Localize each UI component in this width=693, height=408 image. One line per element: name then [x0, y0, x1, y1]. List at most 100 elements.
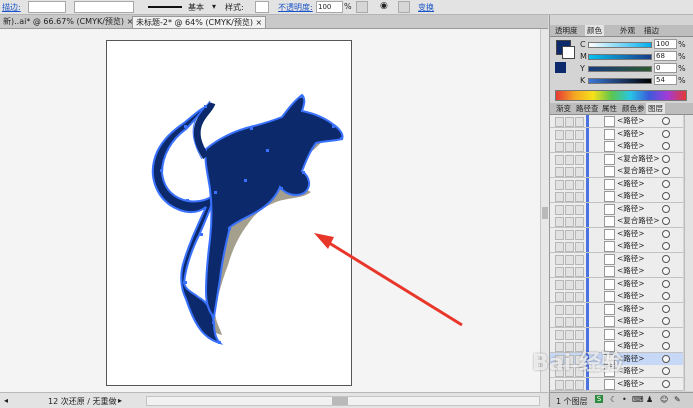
target-icon[interactable] — [662, 354, 670, 363]
target-icon[interactable] — [662, 167, 670, 175]
lock-toggle[interactable] — [565, 117, 574, 127]
visibility-toggle[interactable] — [555, 292, 564, 302]
template-toggle[interactable] — [575, 117, 584, 127]
template-toggle[interactable] — [575, 267, 584, 277]
stroke-label[interactable]: 描边: — [2, 2, 21, 13]
lock-toggle[interactable] — [565, 304, 574, 315]
layer-row[interactable]: <路径> — [550, 290, 683, 304]
visibility-toggle[interactable] — [555, 317, 564, 327]
zoom-field[interactable]: ◂ — [4, 396, 8, 405]
template-toggle[interactable] — [575, 192, 584, 202]
layer-row[interactable]: <路径> — [550, 302, 683, 316]
tab-pathfinder[interactable]: 路径查 — [574, 103, 601, 114]
template-toggle[interactable] — [575, 217, 584, 227]
layer-row[interactable]: <路径> — [550, 277, 683, 291]
brush-label[interactable]: 基本 — [188, 2, 204, 13]
target-icon[interactable] — [662, 267, 670, 275]
tab-layers[interactable]: 图层 — [646, 103, 665, 114]
lock-toggle[interactable] — [565, 217, 574, 227]
lock-toggle[interactable] — [565, 379, 574, 390]
template-toggle[interactable] — [575, 229, 584, 240]
visibility-toggle[interactable] — [555, 329, 564, 340]
keyboard-icon[interactable]: ⌨ — [632, 395, 644, 404]
layer-row[interactable]: <复合路径> — [550, 215, 683, 229]
visibility-toggle[interactable] — [555, 129, 564, 140]
dot-icon[interactable]: • — [622, 395, 627, 404]
visibility-toggle[interactable] — [555, 204, 564, 215]
target-icon[interactable] — [662, 179, 670, 188]
template-toggle[interactable] — [575, 254, 584, 265]
stroke-swatch[interactable] — [562, 46, 575, 59]
layer-row[interactable]: <路径> — [550, 202, 683, 216]
target-icon[interactable] — [662, 367, 670, 375]
lock-toggle[interactable] — [565, 292, 574, 302]
layer-row[interactable]: <路径> — [550, 190, 683, 204]
layer-row[interactable]: <路径> — [550, 177, 683, 191]
canvas-area[interactable] — [0, 29, 540, 392]
template-toggle[interactable] — [575, 329, 584, 340]
template-toggle[interactable] — [575, 279, 584, 290]
opacity-label[interactable]: 不透明度: — [278, 2, 313, 13]
visibility-toggle[interactable] — [555, 167, 564, 177]
align-icon[interactable] — [356, 1, 368, 13]
target-icon[interactable] — [662, 154, 670, 163]
tab-appearance[interactable]: 外观 — [618, 25, 637, 36]
horizontal-scroll-thumb[interactable] — [332, 397, 348, 405]
target-icon[interactable] — [662, 342, 670, 350]
visibility-toggle[interactable] — [555, 154, 564, 165]
layer-row[interactable]: <路径> — [550, 240, 683, 254]
channel-y-slider[interactable] — [588, 66, 652, 72]
scroll-thumb[interactable] — [542, 207, 548, 219]
channel-k-slider[interactable] — [588, 78, 652, 84]
lock-toggle[interactable] — [565, 279, 574, 290]
moon-icon[interactable]: ☾ — [610, 395, 617, 404]
template-toggle[interactable] — [575, 129, 584, 140]
template-toggle[interactable] — [575, 317, 584, 327]
tab-stroke[interactable]: 描边 — [642, 25, 661, 36]
template-toggle[interactable] — [575, 167, 584, 177]
target-icon[interactable] — [662, 304, 670, 313]
layer-row[interactable]: <路径> — [550, 265, 683, 279]
transform-link[interactable]: 变换 — [418, 2, 434, 13]
template-toggle[interactable] — [575, 142, 584, 152]
artwork-layer[interactable] — [0, 29, 540, 392]
layer-row[interactable]: <路径> — [550, 315, 683, 329]
channel-c-slider[interactable] — [588, 42, 652, 48]
channel-m-value[interactable]: 68 — [654, 51, 677, 61]
target-icon[interactable] — [662, 142, 670, 150]
vertical-scrollbar[interactable] — [540, 29, 549, 392]
target-icon[interactable] — [662, 329, 670, 338]
color-spectrum[interactable] — [555, 90, 687, 101]
channel-m-slider[interactable] — [588, 54, 652, 60]
visibility-toggle[interactable] — [555, 242, 564, 252]
channel-k-value[interactable]: 54 — [654, 75, 677, 85]
lock-toggle[interactable] — [565, 317, 574, 327]
tab-color-guide[interactable]: 颜色参 — [620, 103, 647, 114]
tab-gradient[interactable]: 渐变 — [554, 103, 573, 114]
visibility-toggle[interactable] — [555, 142, 564, 152]
lock-toggle[interactable] — [565, 229, 574, 240]
lock-toggle[interactable] — [565, 242, 574, 252]
lock-toggle[interactable] — [565, 329, 574, 340]
layer-row[interactable]: <路径> — [550, 227, 683, 241]
layer-row[interactable]: <路径> — [550, 327, 683, 341]
lock-toggle[interactable] — [565, 204, 574, 215]
visibility-toggle[interactable] — [555, 379, 564, 390]
style-swatch[interactable] — [255, 1, 269, 13]
visibility-toggle[interactable] — [555, 267, 564, 277]
layers-scrollbar[interactable] — [684, 115, 693, 391]
horizontal-scrollbar[interactable] — [146, 396, 540, 406]
chevron-down-icon[interactable]: ▾ — [212, 2, 216, 11]
isolate-icon[interactable] — [398, 1, 410, 13]
tab-attributes[interactable]: 属性 — [600, 103, 619, 114]
layer-row[interactable]: <路径> — [550, 140, 683, 154]
template-toggle[interactable] — [575, 304, 584, 315]
layer-row[interactable]: <路径> — [550, 377, 683, 391]
lock-toggle[interactable] — [565, 129, 574, 140]
target-icon[interactable] — [662, 204, 670, 213]
close-icon[interactable]: × — [256, 18, 263, 27]
template-toggle[interactable] — [575, 242, 584, 252]
target-icon[interactable] — [662, 279, 670, 288]
target-icon[interactable] — [662, 379, 670, 388]
template-toggle[interactable] — [575, 204, 584, 215]
